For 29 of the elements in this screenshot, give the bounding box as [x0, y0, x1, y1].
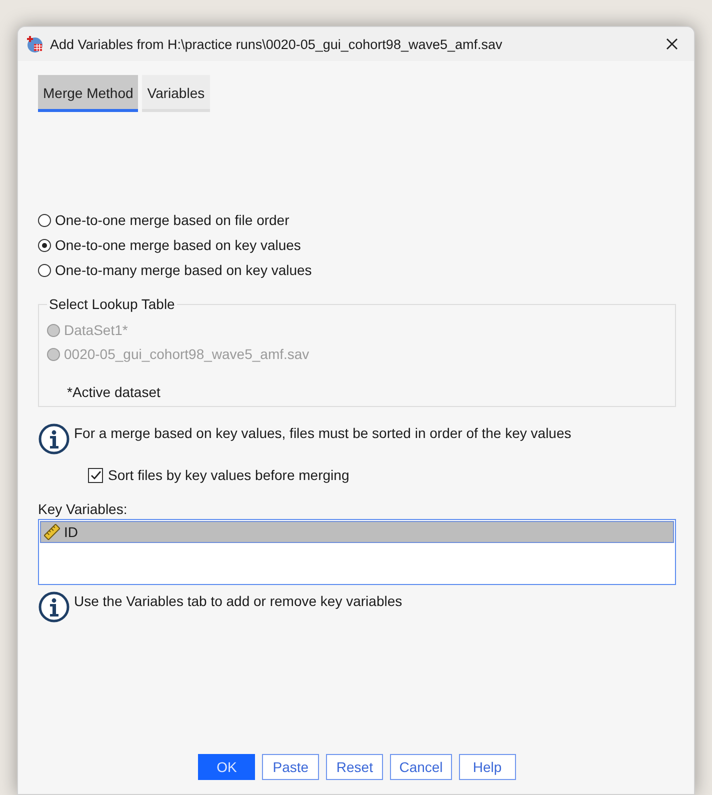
key-variables-list[interactable]: ID [38, 519, 676, 585]
window-title: Add Variables from H:\practice runs\0020-05_gui_cohort98_wave5_amf.sav [50, 36, 504, 52]
info-icon [38, 423, 70, 455]
checkbox[interactable] [88, 468, 103, 482]
dialog-button[interactable]: Cancel [390, 754, 452, 780]
note-text: *Active dataset [67, 384, 162, 400]
info-text: For a merge based on key values, files must be sorted in order of the key values [74, 424, 572, 441]
dialog-button[interactable]: Paste [262, 754, 320, 780]
radio-label: One-to-many merge based on key values [55, 262, 312, 278]
ruler-icon [44, 524, 60, 540]
radio-button[interactable] [38, 238, 51, 252]
radio-label: 0020-05_gui_cohort98_wave5_amf.sav [64, 346, 310, 362]
dialog-button[interactable]: Help [458, 754, 516, 780]
info-text: Use the Variables tab to add or remove key variables [74, 592, 402, 609]
list-label: Key Variables: [38, 501, 128, 517]
dialog-button[interactable]: OK [198, 754, 256, 780]
radio-label: One-to-one merge based on file order [55, 212, 290, 228]
tab[interactable]: Variables [142, 75, 210, 112]
radio-button[interactable] [38, 214, 51, 226]
info-icon [38, 591, 70, 623]
radio-label: DataSet1* [64, 322, 128, 338]
group-title: Select Lookup Table [48, 296, 176, 312]
checkbox-label: Sort files by key values before merging [108, 467, 350, 483]
tab[interactable]: Merge Method [38, 75, 138, 112]
radio-button[interactable] [38, 264, 51, 276]
dialog-button[interactable]: Reset [326, 754, 384, 780]
radio-label: One-to-one merge based on key values [55, 237, 301, 253]
app-icon [26, 35, 44, 53]
list-item[interactable]: ID [40, 521, 674, 543]
